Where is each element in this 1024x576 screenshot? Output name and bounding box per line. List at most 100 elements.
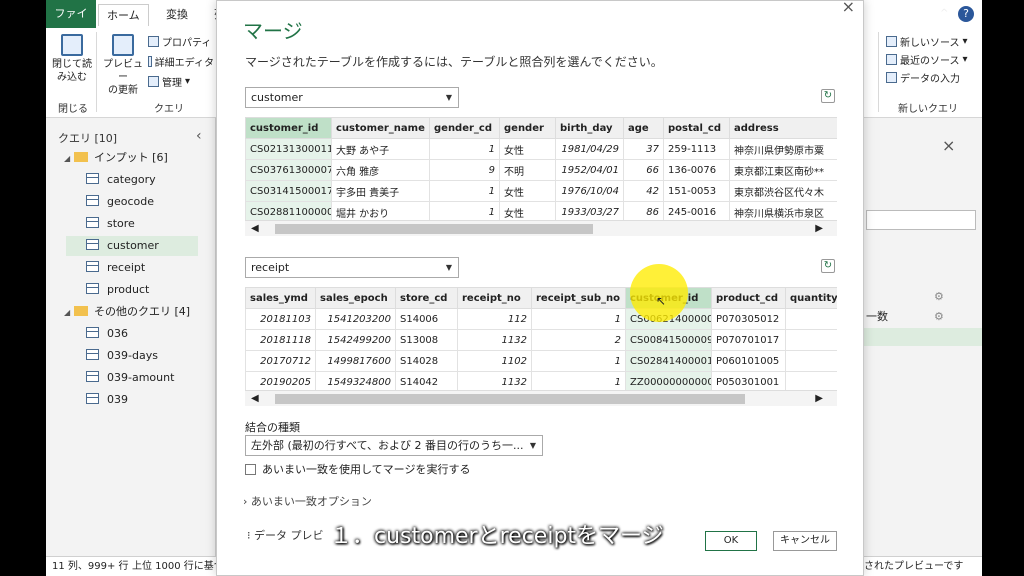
query-name-field[interactable]	[866, 210, 976, 230]
properties-button[interactable]: プロパティ	[148, 34, 211, 49]
tree-item[interactable]: category	[86, 170, 156, 190]
scroll-thumb[interactable]	[275, 224, 593, 234]
tree-item-label: 036	[107, 327, 128, 340]
column-header[interactable]: customer_id	[245, 117, 332, 139]
table2-select[interactable]: receipt ▼	[245, 257, 459, 278]
gear-icon[interactable]: ⚙	[934, 290, 944, 303]
recent-source-button[interactable]: 最近のソース ▾	[886, 52, 968, 67]
table-cell: 9	[429, 159, 500, 181]
table-cell: CS021313000114	[245, 138, 332, 160]
tree-item[interactable]: product	[86, 280, 149, 300]
table-cell: 86	[623, 201, 664, 221]
minimize-ribbon-icon[interactable]: ^	[940, 8, 948, 19]
collapse-pane-icon[interactable]: ‹	[196, 128, 202, 144]
column-header[interactable]: receipt_sub_no	[531, 287, 626, 309]
refresh-preview-button[interactable]: プレビュー の更新	[100, 34, 146, 97]
table1-select[interactable]: customer ▼	[245, 87, 459, 108]
mouse-pointer-icon: ↖	[656, 294, 667, 308]
column-header[interactable]: age	[623, 117, 664, 139]
column-header[interactable]: quantity	[785, 287, 837, 309]
column-header[interactable]: gender_cd	[429, 117, 500, 139]
tree-group-other[interactable]: ◢ その他のクエリ [4]	[64, 302, 190, 322]
tree-item[interactable]: 039	[86, 390, 128, 410]
close-icon[interactable]: ×	[842, 0, 855, 16]
table-cell: 1933/03/27	[555, 201, 624, 221]
tree-item-label: 039-days	[107, 349, 158, 362]
column-header[interactable]: product_cd	[711, 287, 786, 309]
close-load-button[interactable]: 閉じて読 み込む	[50, 34, 94, 84]
tree-item[interactable]: 039-days	[86, 346, 158, 366]
table2-horizontal-scrollbar[interactable]: ◀ ▶	[245, 390, 837, 406]
column-header[interactable]: gender	[499, 117, 556, 139]
help-icon[interactable]: ?	[958, 6, 974, 22]
fuzzy-match-checkbox[interactable]: あいまい一致を使用してマージを実行する	[245, 461, 470, 477]
table-icon	[86, 195, 99, 206]
preview-status: ⁝ データ プレビ	[247, 527, 324, 543]
table-cell: CS028811000001	[245, 201, 332, 221]
gear-icon[interactable]: ⚙	[934, 310, 944, 323]
table-cell: 堀井 かおり	[331, 201, 430, 221]
tree-item[interactable]: store	[86, 214, 135, 234]
tree-group-input[interactable]: ◢ インプット [6]	[64, 148, 168, 168]
column-header[interactable]: sales_epoch	[315, 287, 396, 309]
close-load-icon	[61, 34, 83, 56]
table-cell: CS008415000097	[625, 329, 712, 351]
tree-item-selected[interactable]: customer	[86, 236, 159, 256]
column-header[interactable]: sales_ymd	[245, 287, 316, 309]
ok-button[interactable]: OK	[705, 531, 757, 551]
tab-file[interactable]: ファイル	[46, 0, 96, 48]
column-header[interactable]: customer_name	[331, 117, 430, 139]
column-header[interactable]: address	[729, 117, 837, 139]
column-header[interactable]: birth_day	[555, 117, 624, 139]
fuzzy-options-toggle[interactable]: › あいまい一致オプション	[243, 493, 372, 509]
scroll-left-icon[interactable]: ◀	[251, 391, 259, 407]
tree-item[interactable]: 039-amount	[86, 368, 174, 388]
refresh-icon[interactable]: ↻	[821, 259, 835, 273]
table-cell: P070701017	[711, 329, 786, 351]
table-cell: 六角 雅彦	[331, 159, 430, 181]
table-row: CS028811000001 堀井 かおり 1 女性 1933/03/27 86 245-0…	[245, 201, 837, 221]
table-cell: 1	[429, 180, 500, 202]
join-kind-select[interactable]: 左外部 (最初の行すべて、および 2 番目の行のうち一... ▼	[245, 435, 543, 456]
refresh-icon[interactable]: ↻	[821, 89, 835, 103]
advanced-editor-button[interactable]: 詳細エディタ	[148, 54, 214, 69]
new-source-icon	[886, 36, 897, 47]
chevron-down-icon: ▼	[529, 441, 536, 450]
table-row: CS037613000071 六角 雅彦 9 不明 1952/04/01 66 136-00…	[245, 159, 837, 181]
scroll-right-icon[interactable]: ▶	[815, 391, 823, 407]
table-cell: 神奈川県伊勢原市粟	[729, 138, 837, 160]
folder-icon	[74, 152, 88, 162]
cancel-button[interactable]: キャンセル	[773, 531, 837, 551]
table-cell: P050301001	[711, 371, 786, 391]
new-source-label: 新しいソース	[900, 38, 960, 49]
tab-home[interactable]: ホーム	[98, 4, 149, 26]
table-cell: 大野 あや子	[331, 138, 430, 160]
table-icon	[86, 261, 99, 272]
status-preview-note: されたプレビューです	[864, 561, 964, 572]
tree-item[interactable]: geocode	[86, 192, 154, 212]
table1-horizontal-scrollbar[interactable]: ◀ ▶	[245, 220, 837, 236]
table-icon	[86, 393, 99, 404]
column-header[interactable]: postal_cd	[663, 117, 730, 139]
manage-button[interactable]: 管理 ▾	[148, 74, 190, 89]
enter-data-button[interactable]: データの入力	[886, 70, 960, 85]
tree-item[interactable]: receipt	[86, 258, 145, 278]
scroll-left-icon[interactable]: ◀	[251, 221, 259, 237]
applied-step-selected[interactable]	[846, 328, 982, 346]
new-source-button[interactable]: 新しいソース ▾	[886, 34, 968, 49]
table1-select-value: customer	[251, 91, 303, 104]
checkbox-box[interactable]	[245, 463, 256, 475]
tab-transform[interactable]: 変換	[158, 4, 196, 26]
column-header[interactable]: store_cd	[395, 287, 458, 309]
scroll-thumb[interactable]	[275, 394, 745, 404]
table-cell: 1	[531, 350, 626, 372]
query-settings-pane: × 一数 ⚙ ⚙	[846, 118, 982, 558]
column-header-row: customer_id customer_name gender_cd gender b…	[245, 117, 837, 139]
tree-item[interactable]: 036	[86, 324, 128, 344]
close-icon[interactable]: ×	[942, 136, 955, 155]
table-cell: 1542499200	[315, 329, 396, 351]
table1-preview-grid: customer_id customer_name gender_cd gender b…	[245, 117, 837, 221]
column-header[interactable]: receipt_no	[457, 287, 532, 309]
table-cell: P070305012	[711, 308, 786, 330]
scroll-right-icon[interactable]: ▶	[815, 221, 823, 237]
